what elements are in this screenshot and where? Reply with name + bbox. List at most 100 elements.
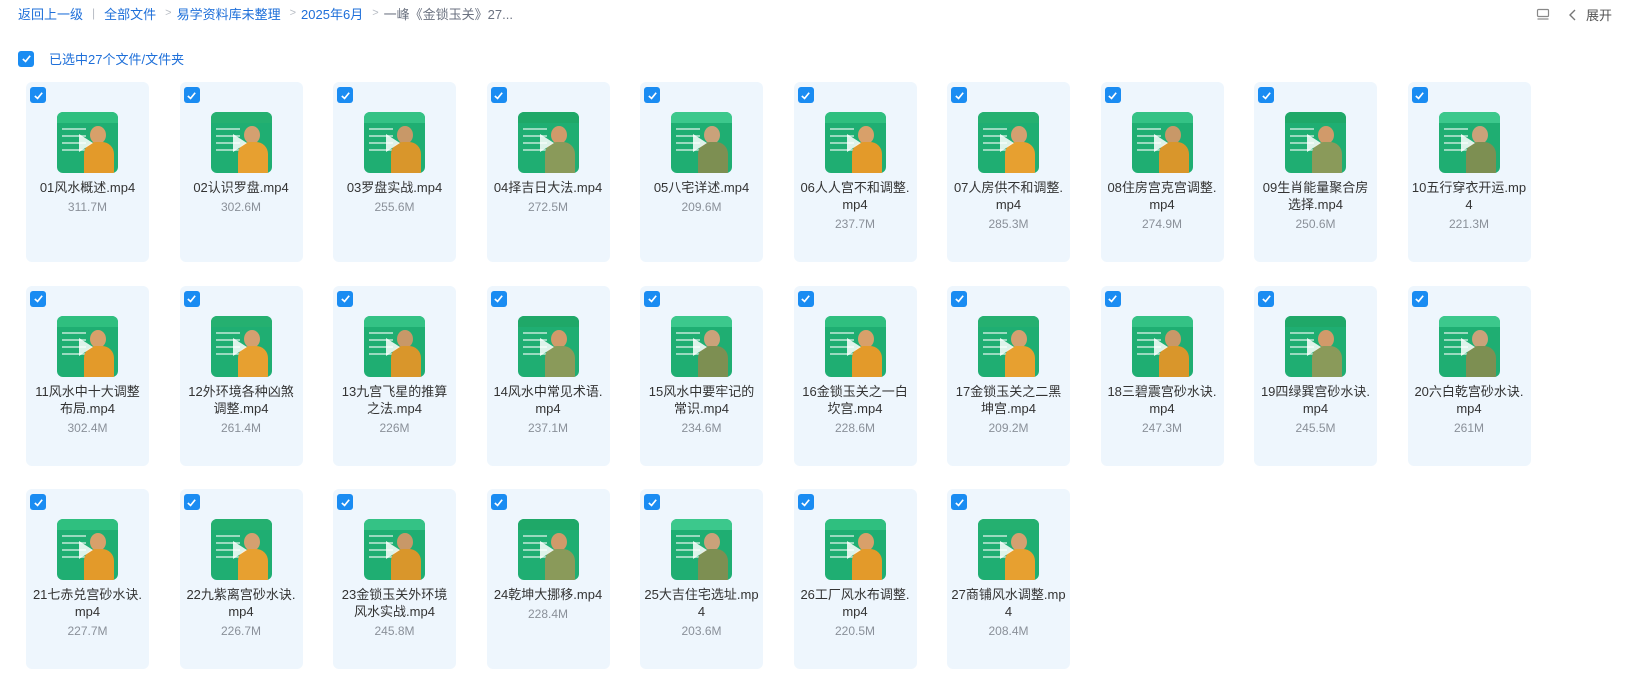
file-checkbox[interactable] <box>337 494 353 510</box>
breadcrumb-folder[interactable]: 易学资料库未整理 <box>177 4 281 23</box>
select-all-checkbox[interactable] <box>18 50 34 67</box>
file-checkbox[interactable] <box>797 290 814 307</box>
play-icon <box>693 541 707 559</box>
file-checkbox[interactable] <box>797 87 814 103</box>
file-name: 18三碧震宫砂水诀.mp4 247.3M <box>1105 383 1220 437</box>
file-tile[interactable]: 15风水中要牢记的常识.mp4 234.6M <box>640 285 763 466</box>
file-name-text: 06人人宫不和调整.mp4 <box>800 180 910 212</box>
file-size: 245.5M <box>1295 420 1336 435</box>
file-tile[interactable]: 26工厂风水布调整.mp4 220.5M <box>793 489 917 669</box>
file-tile[interactable]: 10五行穿衣开运.mp4 221.3M <box>1407 82 1531 262</box>
file-size: 250.6M <box>1295 217 1336 231</box>
file-checkbox[interactable] <box>490 494 507 510</box>
file-tile[interactable]: 20六白乾宫砂水诀.mp4 261M <box>1407 285 1531 466</box>
file-checkbox[interactable] <box>644 290 660 307</box>
file-tile[interactable]: 24乾坤大挪移.mp4 228.4M <box>486 489 610 669</box>
check-icon <box>494 91 503 100</box>
file-tile[interactable]: 21七赤兑宫砂水诀.mp4 227.7M <box>26 489 149 669</box>
file-name-text: 11风水中十大调整布局.mp4 <box>35 383 140 416</box>
play-icon <box>1000 541 1014 559</box>
file-tile[interactable]: 12外环境各种凶煞调整.mp4 261.4M <box>179 285 303 466</box>
file-checkbox[interactable] <box>1104 87 1121 103</box>
file-tile[interactable]: 06人人宫不和调整.mp4 237.7M <box>793 82 917 262</box>
file-checkbox[interactable] <box>951 494 967 510</box>
file-checkbox[interactable] <box>337 87 353 103</box>
check-icon <box>340 295 350 303</box>
file-tile[interactable]: 16金锁玉关之一白坎宫.mp4 228.6M <box>793 285 917 466</box>
file-tile[interactable]: 18三碧震宫砂水诀.mp4 247.3M <box>1100 285 1224 466</box>
file-name-text: 17金锁玉关之二黑坤宫.mp4 <box>955 383 1062 416</box>
file-tile[interactable]: 14风水中常见术语.mp4 237.1M <box>486 285 610 466</box>
file-tile[interactable]: 27商铺风水调整.mp4 208.4M <box>947 489 1070 669</box>
file-tile[interactable]: 22九紫离宫砂水诀.mp4 226.7M <box>179 489 303 669</box>
check-icon <box>187 498 196 507</box>
video-thumbnail <box>517 112 579 173</box>
file-tile[interactable]: 23金锁玉关外环境风水实战.mp4 245.8M <box>333 489 456 669</box>
file-tile[interactable]: 08住房宫克宫调整.mp4 274.9M <box>1100 82 1224 262</box>
file-checkbox[interactable] <box>797 494 814 510</box>
file-tile[interactable]: 02认识罗盘.mp4 302.6M <box>179 82 303 262</box>
file-size: 272.5M <box>527 200 569 214</box>
file-checkbox[interactable] <box>951 87 967 103</box>
file-checkbox[interactable] <box>1258 87 1274 103</box>
file-tile[interactable]: 07人房供不和调整.mp4 285.3M <box>947 82 1070 262</box>
file-checkbox[interactable] <box>337 290 353 307</box>
file-name: 17金锁玉关之二黑坤宫.mp4 209.2M <box>951 383 1066 437</box>
expand-button[interactable]: 展开 <box>1586 5 1612 24</box>
back-link[interactable]: 返回上一级 <box>18 4 83 23</box>
file-name: 15风水中要牢记的常识.mp4 234.6M <box>644 383 759 437</box>
file-checkbox[interactable] <box>490 290 507 307</box>
file-tile[interactable]: 17金锁玉关之二黑坤宫.mp4 209.2M <box>947 285 1070 466</box>
file-size: 220.5M <box>834 624 876 638</box>
file-tile[interactable]: 11风水中十大调整布局.mp4 302.4M <box>26 285 149 466</box>
file-name: 14风水中常见术语.mp4 237.1M <box>491 383 606 437</box>
video-thumbnail <box>1285 315 1346 377</box>
file-tile[interactable]: 04择吉日大法.mp4 272.5M <box>486 82 610 262</box>
video-thumbnail <box>57 112 118 173</box>
file-name-text: 13九宫飞星的推算之法.mp4 <box>341 383 448 416</box>
check-icon <box>647 498 657 507</box>
file-tile[interactable]: 09生肖能量聚合房选择.mp4 250.6M <box>1254 82 1377 262</box>
video-thumbnail <box>1285 112 1346 173</box>
file-name-text: 15风水中要牢记的常识.mp4 <box>648 383 755 416</box>
file-checkbox[interactable] <box>30 87 46 103</box>
file-checkbox[interactable] <box>1411 87 1428 103</box>
file-tile[interactable]: 01风水概述.mp4 311.7M <box>26 82 149 262</box>
file-checkbox[interactable] <box>183 87 200 103</box>
check-icon <box>340 91 350 100</box>
file-checkbox[interactable] <box>30 290 46 307</box>
file-name-text: 26工厂风水布调整.mp4 <box>800 587 910 619</box>
video-thumbnail <box>978 315 1039 377</box>
list-view-icon[interactable] <box>1536 8 1550 22</box>
file-checkbox[interactable] <box>951 290 967 307</box>
chevron-left-icon[interactable] <box>1568 9 1578 21</box>
file-name-text: 04择吉日大法.mp4 <box>493 180 603 195</box>
file-tile[interactable]: 03罗盘实战.mp4 255.6M <box>333 82 456 262</box>
file-tile[interactable]: 19四绿巽宫砂水诀.mp4 245.5M <box>1254 285 1377 466</box>
file-checkbox[interactable] <box>1411 290 1428 307</box>
video-thumbnail <box>210 315 272 377</box>
file-checkbox[interactable] <box>644 87 660 103</box>
file-tile[interactable]: 13九宫飞星的推算之法.mp4 226M <box>333 285 456 466</box>
file-checkbox[interactable] <box>30 494 46 510</box>
play-icon <box>1307 134 1321 152</box>
file-checkbox[interactable] <box>183 290 200 307</box>
file-name-text: 10五行穿衣开运.mp4 <box>1411 180 1527 212</box>
video-thumbnail <box>364 315 425 377</box>
play-icon <box>232 337 247 356</box>
file-checkbox[interactable] <box>1258 290 1274 307</box>
file-name: 06人人宫不和调整.mp4 237.7M <box>798 179 913 233</box>
file-checkbox[interactable] <box>490 87 507 103</box>
file-tile[interactable]: 25大吉住宅选址.mp4 203.6M <box>640 489 763 669</box>
file-checkbox[interactable] <box>1104 290 1121 307</box>
play-icon <box>232 541 247 559</box>
file-checkbox[interactable] <box>644 494 660 510</box>
breadcrumb-all-files[interactable]: 全部文件 <box>104 4 156 23</box>
check-icon <box>1415 91 1424 100</box>
file-checkbox[interactable] <box>183 494 200 510</box>
file-size: 203.6M <box>681 624 722 638</box>
breadcrumb-month[interactable]: 2025年6月 <box>301 4 363 23</box>
check-icon <box>33 91 43 100</box>
file-tile[interactable]: 05八宅详述.mp4 209.6M <box>640 82 763 262</box>
check-icon <box>1261 295 1271 303</box>
